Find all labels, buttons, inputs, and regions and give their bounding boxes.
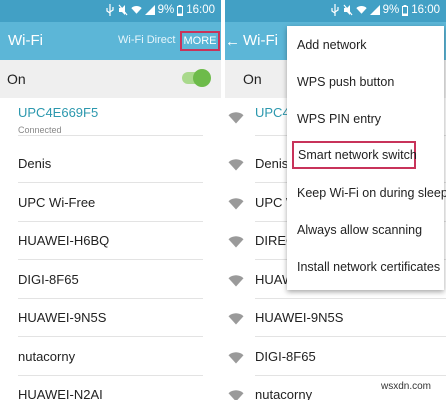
network-item[interactable]: DIGI-8F65 [225,338,446,376]
network-item[interactable]: nutacorny [0,338,221,376]
menu-item-wps-push-button[interactable]: WPS push button [287,63,444,100]
network-name: HUAWEI-9N5S [255,310,344,325]
network-name: nutacorny [18,349,76,364]
wifi-status-icon [355,6,367,14]
divider [18,182,203,183]
menu-item-label: WPS PIN entry [297,112,382,126]
menu-item-smart-network-switch[interactable]: Smart network switch [292,141,417,169]
wifi-toggle-row[interactable]: On [0,60,221,98]
network-name: UPC4E669F5 [18,105,99,120]
status-bar: 9% 16:00 [0,0,221,22]
divider [255,336,446,337]
network-name: UPC Wi-Free [18,195,96,210]
watermark: wsxdn.com [381,381,432,392]
network-item[interactable]: UPC4E669F5 Connected [0,98,221,136]
status-bar: 9% 16:00 [225,0,446,22]
toggle-knob [193,69,211,87]
on-label: On [7,71,26,87]
network-item[interactable]: HUAWEI-H6BQ [0,222,221,260]
battery-icon [402,4,409,16]
battery-percent: 9% [382,4,400,16]
battery-icon [177,4,184,16]
mute-icon [118,4,128,16]
menu-item-label: Keep Wi-Fi on during sleep [297,186,446,200]
overflow-menu: Add network WPS push button WPS PIN entr… [287,26,446,290]
usb-icon [330,4,339,16]
divider [18,259,203,260]
wifi-lock-icon [228,159,244,171]
back-arrow-icon[interactable]: ← [225,33,240,50]
wifi-screen-left: 9% 16:00 Wi-Fi Wi-Fi Direct MORE On UPC4… [0,0,221,400]
menu-item-label: Install network certificates [297,260,441,274]
on-label: On [243,71,262,87]
divider [18,336,203,337]
menu-item-label: WPS push button [297,75,395,89]
network-item[interactable]: HUAWEI-9N5S [0,299,221,337]
network-item[interactable]: Denis [0,145,221,183]
network-name: UPC4 [255,105,290,120]
signal-icon [369,5,380,15]
app-bar: Wi-Fi Wi-Fi Direct MORE [0,22,221,60]
signal-icon [144,5,155,15]
more-button[interactable]: MORE [180,31,220,51]
network-name: HUAWEI-H6BQ [18,233,110,248]
wifi-lock-icon [228,390,244,400]
page-title: Wi-Fi [243,32,278,49]
mute-icon [343,4,353,16]
network-name: Denis [255,156,289,171]
clock: 16:00 [186,4,215,16]
wifi-toggle[interactable] [182,69,211,87]
wifi-lock-icon [228,112,244,124]
network-name: DIGI-8F65 [255,349,316,364]
menu-item-keep-wifi-on[interactable]: Keep Wi-Fi on during sleep [287,174,446,211]
menu-item-install-certificates[interactable]: Install network certificates [287,248,444,285]
network-name: HUAWEI-9N5S [18,310,107,325]
network-item[interactable]: DIGI-8F65 [0,261,221,299]
wifi-lock-icon [228,313,244,325]
menu-item-always-allow-scanning[interactable]: Always allow scanning [287,211,444,248]
menu-item-label: Add network [297,38,367,52]
network-item[interactable]: UPC Wi-Free [0,184,221,222]
network-name: Denis [18,156,52,171]
menu-item-label: Always allow scanning [297,223,423,237]
wifi-lock-icon [228,275,244,287]
network-name: nutacorny [255,387,313,400]
menu-item-add-network[interactable]: Add network [287,26,444,63]
network-name: HUAWEI-N2AI [18,387,103,400]
network-item[interactable]: HUAWEI-9N5S [225,299,446,337]
usb-icon [105,4,114,16]
wifi-direct-button[interactable]: Wi-Fi Direct [118,34,175,46]
menu-item-wps-pin-entry[interactable]: WPS PIN entry [287,100,444,137]
battery-percent: 9% [157,4,175,16]
network-status: Connected [18,125,62,135]
wifi-icon [228,198,244,210]
page-title: Wi-Fi [8,32,43,49]
network-name: DIGI-8F65 [18,272,79,287]
wifi-lock-icon [228,352,244,364]
network-item[interactable]: HUAWEI-N2AI [0,376,221,400]
wifi-lock-icon [228,236,244,248]
wifi-status-icon [130,6,142,14]
divider [18,135,203,136]
menu-item-label: Smart network switch [298,148,417,162]
clock: 16:00 [411,4,440,16]
